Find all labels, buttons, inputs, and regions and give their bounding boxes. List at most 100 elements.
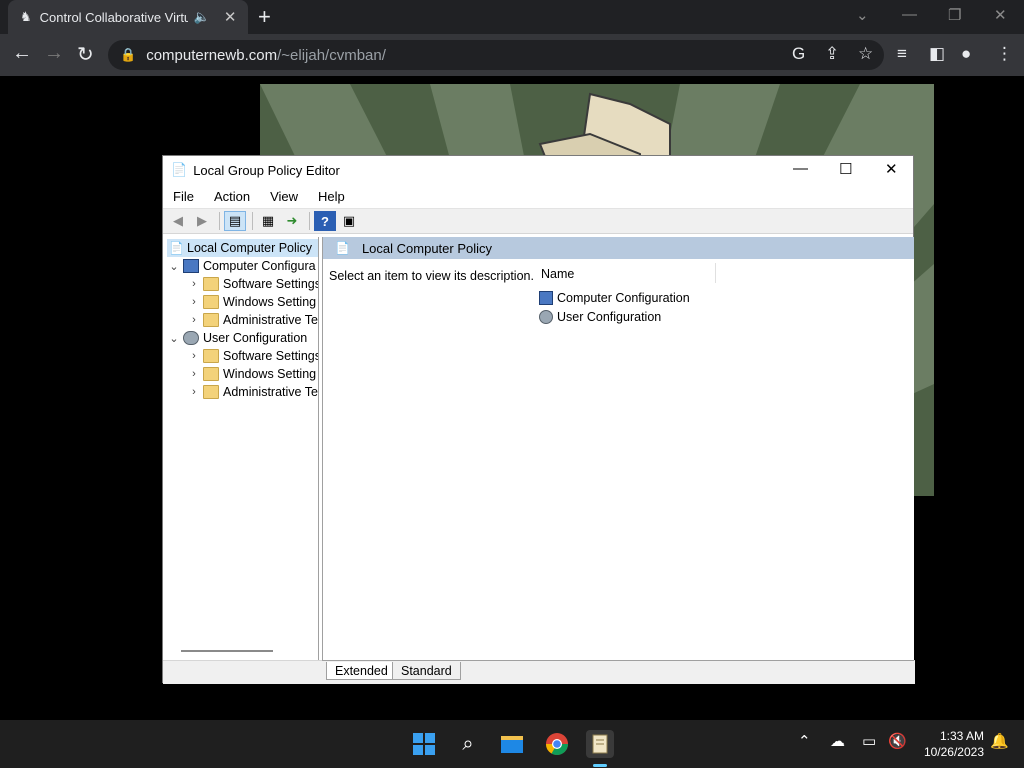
- tree-item-user-configuration[interactable]: ⌄ User Configuration: [167, 329, 307, 347]
- lock-icon[interactable]: 🔒: [120, 47, 136, 63]
- tab-extended[interactable]: Extended: [326, 662, 397, 680]
- folder-icon: [203, 385, 219, 399]
- reading-list-icon[interactable]: ≡: [897, 44, 907, 64]
- minimize-browser-button[interactable]: —: [902, 6, 917, 23]
- tab-search-icon[interactable]: ⌄: [856, 6, 869, 24]
- windows-taskbar: ⌕ ⌃ ☁ ▭ 🔇 1:33 AM 10/26/2023 🔔: [0, 720, 1024, 768]
- tree-label: Windows Setting: [223, 295, 317, 309]
- google-lens-icon[interactable]: G: [792, 44, 805, 64]
- export-list-icon[interactable]: ➜: [281, 211, 303, 231]
- expand-chevron-icon[interactable]: ›: [187, 296, 201, 308]
- notification-bell-icon[interactable]: 🔔: [990, 732, 1009, 750]
- collapse-chevron-icon[interactable]: ⌄: [167, 332, 181, 345]
- bookmark-star-icon[interactable]: ☆: [858, 44, 873, 64]
- menu-file[interactable]: File: [163, 189, 204, 204]
- toolbar: ◀ ▶ ▤ ▦ ➜ ? ▣: [163, 208, 913, 234]
- chrome-logo-icon: [546, 733, 568, 755]
- profile-icon[interactable]: ●: [961, 44, 971, 64]
- folder-icon: [203, 313, 219, 327]
- system-clock[interactable]: 1:33 AM 10/26/2023: [924, 728, 984, 760]
- tree-label: Software Settings: [223, 349, 319, 363]
- policy-scroll-icon: [592, 734, 608, 754]
- collapse-chevron-icon[interactable]: ⌄: [167, 260, 181, 273]
- tree-item-software-settings[interactable]: › Software Settings: [187, 347, 319, 365]
- browser-toolbar: ← → ↻ 🔒 computernewb.com /~elijah/cvmban…: [0, 34, 1024, 76]
- computer-icon: [539, 291, 553, 305]
- network-icon[interactable]: ▭: [862, 732, 876, 750]
- tab-favicon-icon: ♞: [20, 9, 32, 24]
- start-windows-icon[interactable]: [410, 730, 438, 758]
- browser-menu-icon[interactable]: ⋮: [996, 44, 1013, 64]
- window-titlebar[interactable]: 📄 Local Group Policy Editor — ☐ ✕: [163, 156, 913, 184]
- menu-help[interactable]: Help: [308, 189, 355, 204]
- search-icon[interactable]: ⌕: [454, 730, 482, 758]
- back-button[interactable]: ←: [12, 42, 32, 65]
- toolbar-separator: [219, 212, 220, 230]
- folder-icon: [203, 367, 219, 381]
- minimize-button[interactable]: —: [793, 160, 808, 177]
- tree-label: Computer Configura: [203, 259, 316, 273]
- tree-item-windows-settings[interactable]: › Windows Setting: [187, 293, 316, 311]
- tree-item-software-settings[interactable]: › Software Settings: [187, 275, 319, 293]
- show-hide-console-tree-icon[interactable]: ▤: [224, 211, 246, 231]
- tree-label: Windows Setting: [223, 367, 317, 381]
- new-tab-button[interactable]: +: [258, 4, 271, 30]
- clock-date: 10/26/2023: [923, 745, 984, 759]
- forward-button[interactable]: →: [44, 42, 64, 65]
- menu-action[interactable]: Action: [204, 189, 260, 204]
- back-arrow-icon[interactable]: ◀: [167, 211, 189, 231]
- list-item-computer-configuration[interactable]: Computer Configuration: [539, 291, 690, 305]
- computer-icon: [183, 259, 199, 273]
- properties-icon[interactable]: ▦: [257, 211, 279, 231]
- group-policy-taskbar-icon[interactable]: [586, 730, 614, 758]
- horizontal-scrollbar[interactable]: [181, 650, 273, 652]
- chrome-icon[interactable]: [543, 730, 571, 758]
- side-panel-icon[interactable]: ◧: [929, 44, 945, 64]
- tab-standard[interactable]: Standard: [392, 662, 461, 680]
- tree-label: User Configuration: [203, 331, 308, 345]
- expand-chevron-icon[interactable]: ›: [187, 314, 201, 326]
- expand-chevron-icon[interactable]: ›: [187, 278, 201, 290]
- help-icon[interactable]: ?: [314, 211, 336, 231]
- show-action-pane-icon[interactable]: ▣: [338, 211, 360, 231]
- tree-item-local-computer-policy[interactable]: 📄 Local Computer Policy: [167, 239, 318, 257]
- show-hidden-icons-chevron[interactable]: ⌃: [798, 732, 811, 750]
- address-bar[interactable]: 🔒 computernewb.com /~elijah/cvmban/: [108, 40, 884, 70]
- menu-view[interactable]: View: [260, 189, 308, 204]
- tab-title: Control Collaborative Virtua: [39, 9, 188, 25]
- audio-playing-icon[interactable]: 🔈: [194, 9, 210, 25]
- tree-item-computer-configuration[interactable]: ⌄ Computer Configura: [167, 257, 316, 275]
- tree-item-windows-settings[interactable]: › Windows Setting: [187, 365, 316, 383]
- toolbar-separator: [309, 212, 310, 230]
- close-button[interactable]: ✕: [885, 160, 898, 178]
- url-path: /~elijah/cvmban/: [277, 46, 386, 64]
- forward-arrow-icon[interactable]: ▶: [191, 211, 213, 231]
- tree-label: Administrative Te: [223, 313, 318, 327]
- close-browser-button[interactable]: ✕: [994, 6, 1007, 24]
- expand-chevron-icon[interactable]: ›: [187, 386, 201, 398]
- list-item-label: Computer Configuration: [557, 291, 690, 305]
- onedrive-icon[interactable]: ☁: [830, 732, 845, 750]
- expand-chevron-icon[interactable]: ›: [187, 350, 201, 362]
- column-divider[interactable]: [715, 263, 716, 283]
- maximize-button[interactable]: ☐: [839, 160, 852, 178]
- details-header: 📄 Local Computer Policy: [323, 237, 914, 259]
- tree-item-administrative-templates[interactable]: › Administrative Te: [187, 383, 318, 401]
- policy-document-icon: 📄: [169, 241, 184, 255]
- file-explorer-icon[interactable]: [498, 730, 526, 758]
- share-icon[interactable]: ⇪: [825, 44, 839, 64]
- page-content: 📄 Local Group Policy Editor — ☐ ✕ File A…: [0, 76, 1024, 720]
- reload-button[interactable]: ↻: [77, 42, 94, 67]
- toolbar-separator: [252, 212, 253, 230]
- tree-label: Software Settings: [223, 277, 319, 291]
- volume-muted-icon[interactable]: 🔇: [888, 732, 907, 750]
- list-item-user-configuration[interactable]: User Configuration: [539, 310, 661, 324]
- close-tab-icon[interactable]: ✕: [224, 8, 237, 26]
- tree-item-administrative-templates[interactable]: › Administrative Te: [187, 311, 318, 329]
- restore-browser-button[interactable]: ❐: [948, 6, 961, 24]
- expand-chevron-icon[interactable]: ›: [187, 368, 201, 380]
- view-tabs: Extended Standard: [322, 660, 914, 680]
- browser-tab-strip: ♞ Control Collaborative Virtua 🔈 ✕ + ⌄ —…: [0, 0, 1024, 34]
- column-header-name[interactable]: Name: [541, 267, 574, 281]
- browser-tab[interactable]: ♞ Control Collaborative Virtua 🔈 ✕: [8, 0, 248, 34]
